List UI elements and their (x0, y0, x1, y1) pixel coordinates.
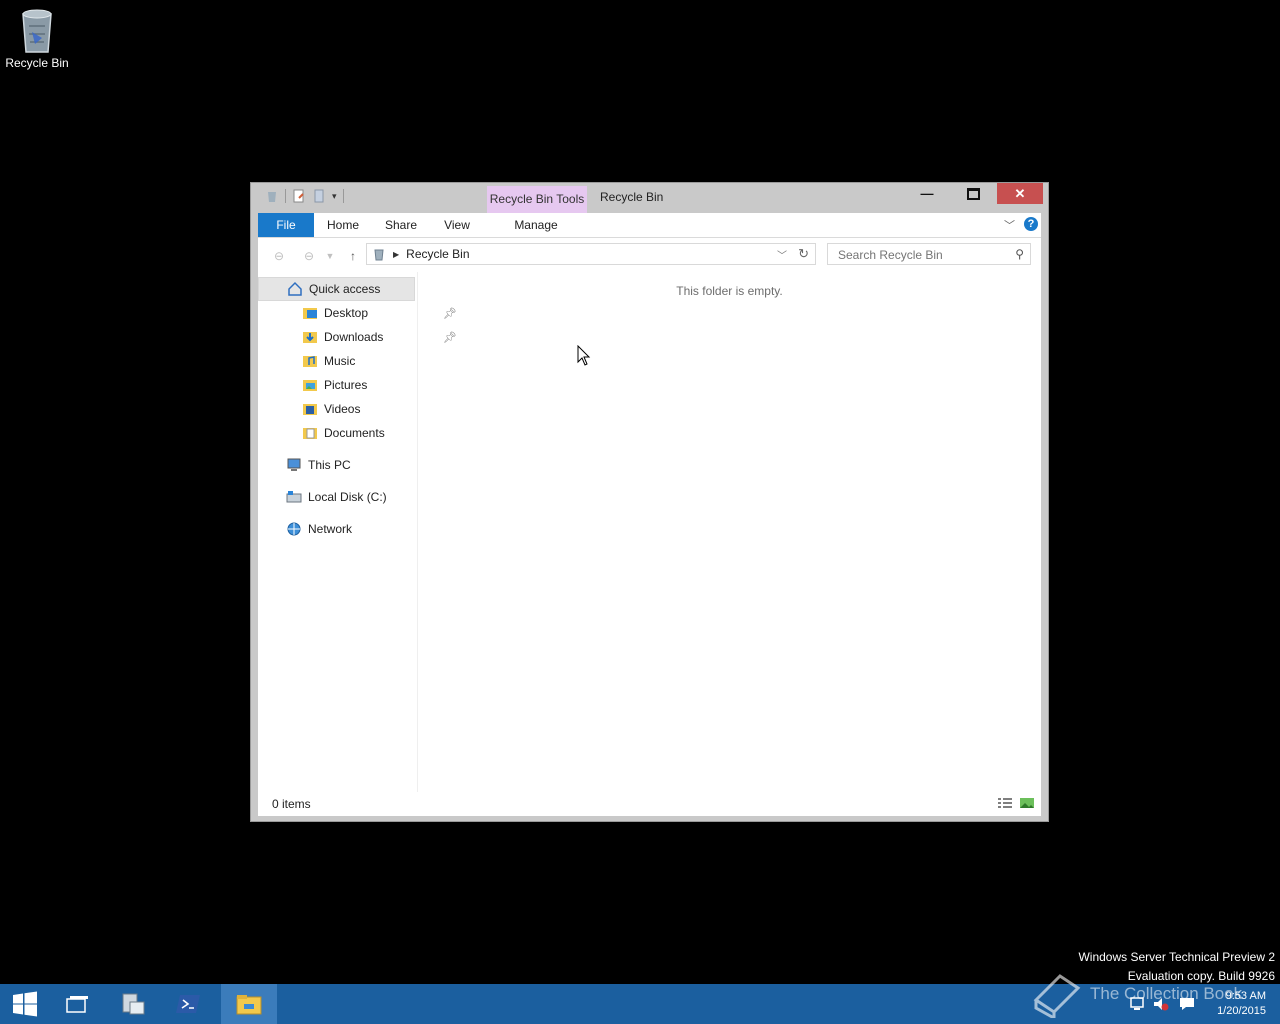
desktop-folder-icon (303, 308, 317, 319)
mouse-cursor-icon (577, 345, 591, 366)
nav-label: Desktop (324, 306, 369, 320)
toolbar-separator (285, 189, 286, 203)
start-button[interactable] (0, 984, 50, 1024)
videos-folder-icon (303, 404, 317, 415)
navigation-bar: ⊖ ⊖ ▼ ↑ ▶ Recycle Bin ﹀ ↻ ⚲ (258, 238, 1041, 272)
nav-quick-access[interactable]: Quick access (258, 277, 415, 301)
window-title: Recycle Bin (600, 190, 664, 204)
windows-logo-icon (13, 991, 37, 1017)
tab-view[interactable]: View (434, 213, 480, 237)
drive-icon (286, 491, 302, 503)
file-explorer-icon (236, 995, 262, 1015)
nav-label: Network (308, 522, 353, 536)
nav-label: Downloads (324, 330, 384, 344)
downloads-folder-icon (303, 332, 317, 343)
maximize-button[interactable] (950, 183, 996, 204)
maximize-icon (966, 187, 980, 200)
computer-icon (287, 458, 301, 471)
file-list[interactable]: This folder is empty. (418, 272, 1041, 792)
up-arrow-icon[interactable]: ↑ (344, 247, 362, 265)
desktop-recycle-bin[interactable]: Recycle Bin (0, 6, 74, 70)
details-view-icon[interactable] (997, 797, 1013, 809)
powershell-button[interactable] (164, 984, 214, 1024)
close-button[interactable]: ✕ (997, 183, 1043, 204)
explorer-window: ▾ Recycle Bin Tools Recycle Bin — ✕ File… (250, 182, 1049, 822)
navigation-pane[interactable]: Quick access Desktop 📌︎ Downloads 📌︎ Mus… (258, 272, 457, 792)
forward-arrow-icon[interactable]: ⊖ (300, 247, 318, 265)
home-star-icon (288, 281, 302, 296)
nav-label: This PC (308, 458, 351, 472)
new-folder-icon[interactable] (312, 189, 326, 203)
search-icon[interactable]: ⚲ (1015, 247, 1024, 261)
network-icon (287, 522, 301, 536)
powershell-icon (176, 995, 200, 1013)
toolbar-separator (342, 189, 344, 203)
search-input[interactable] (836, 245, 1010, 265)
recycle-bin-label: Recycle Bin (5, 56, 69, 70)
help-icon[interactable]: ? (1024, 217, 1038, 231)
recycle-bin-location-icon (374, 249, 384, 261)
tab-home[interactable]: Home (320, 213, 366, 237)
contextual-tab-group-label: Recycle Bin Tools (487, 186, 587, 213)
main-area: Quick access Desktop 📌︎ Downloads 📌︎ Mus… (258, 272, 1041, 792)
nav-this-pc[interactable]: This PC (258, 453, 443, 477)
task-view-button[interactable] (52, 984, 102, 1024)
ribbon-tabs: File Home Share View Manage ﹀ ? (258, 213, 1041, 238)
search-box[interactable]: ⚲ (827, 243, 1031, 265)
empty-folder-message: This folder is empty. (676, 284, 783, 298)
file-explorer-button[interactable] (221, 984, 277, 1024)
breadcrumb-arrow-icon[interactable]: ▶ (393, 250, 399, 259)
minimize-icon: — (920, 186, 934, 201)
status-bar: 0 items (258, 792, 1041, 816)
nav-label: Music (324, 354, 356, 368)
item-count: 0 items (272, 797, 311, 811)
nav-network[interactable]: Network (258, 517, 443, 541)
minimize-button[interactable]: — (904, 183, 950, 204)
recent-locations-chevron-icon[interactable]: ▼ (324, 247, 336, 265)
close-icon: ✕ (1014, 185, 1026, 201)
nav-local-disk[interactable]: Local Disk (C:) (258, 485, 443, 509)
title-bar[interactable]: ▾ Recycle Bin Tools Recycle Bin — ✕ (251, 183, 1048, 213)
tab-share[interactable]: Share (376, 213, 426, 237)
back-arrow-icon[interactable]: ⊖ (270, 247, 288, 265)
documents-folder-icon (303, 428, 317, 439)
recycle-bin-small-icon[interactable] (265, 189, 279, 203)
server-manager-button[interactable] (108, 984, 158, 1024)
address-dropdown-chevron-icon[interactable]: ﹀ (777, 247, 787, 262)
refresh-icon[interactable]: ↻ (798, 246, 809, 262)
nav-label: Videos (324, 402, 361, 416)
customize-toolbar-chevron-icon[interactable]: ▾ (332, 191, 337, 202)
music-folder-icon (303, 356, 317, 367)
book-logo-icon (1033, 974, 1081, 1018)
nav-label: Pictures (324, 378, 368, 392)
nav-label: Quick access (309, 282, 381, 296)
tab-manage[interactable]: Manage (490, 213, 582, 237)
breadcrumb-recycle-bin[interactable]: Recycle Bin (406, 247, 469, 261)
properties-icon[interactable] (292, 189, 306, 203)
address-bar[interactable]: ▶ Recycle Bin ﹀ ↻ (366, 243, 816, 265)
large-icons-view-icon[interactable] (1019, 797, 1035, 809)
server-manager-icon (122, 993, 145, 1015)
quick-access-toolbar: ▾ (265, 189, 344, 203)
tab-file[interactable]: File (258, 213, 314, 237)
task-view-icon (66, 996, 88, 1013)
nav-label: Documents (324, 426, 385, 440)
pictures-folder-icon (303, 380, 317, 391)
recycle-bin-icon (17, 6, 57, 54)
watermark-line-1: Windows Server Technical Preview 2 (1078, 950, 1275, 964)
nav-label: Local Disk (C:) (308, 490, 387, 504)
brand-watermark-text: The Collection Book (1090, 984, 1243, 1003)
brand-watermark: The Collection Book (1030, 970, 1242, 1018)
expand-ribbon-chevron-icon[interactable]: ﹀ (1004, 217, 1015, 233)
